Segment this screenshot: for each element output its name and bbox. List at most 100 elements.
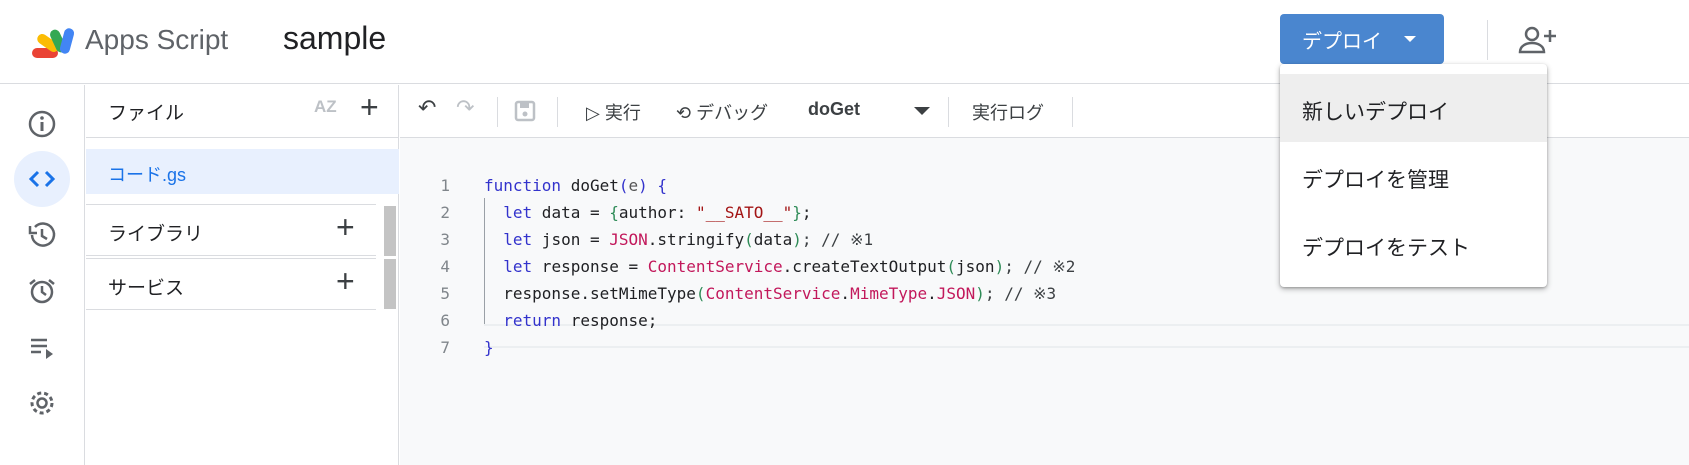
current-line-highlight [484,324,1689,348]
menu-item-new-deployment[interactable]: 新しいデプロイ [1280,74,1547,142]
code-line[interactable]: let data = {author: "__SATO__"}; [484,203,812,222]
divider [497,97,498,127]
scrollbar[interactable] [384,259,396,309]
code-token: ; [801,203,812,222]
code-line[interactable]: function doGet(e) { [484,176,667,195]
code-token: ; // ※1 [801,230,874,249]
settings-gear-icon[interactable] [14,375,70,431]
executions-icon[interactable] [14,319,70,375]
code-token: data [753,230,793,249]
code-token: . [840,284,851,303]
line-number: 1 [440,176,450,195]
code-token: ) [638,176,648,195]
divider [1487,20,1488,60]
project-name[interactable]: sample [283,20,386,57]
code-token: { [609,203,619,222]
code-token: ( [695,284,706,303]
code-token: . [927,284,937,303]
code-token: JSON [936,284,976,303]
code-token: json = [532,230,610,249]
run-label: 実行 [604,103,641,123]
file-item-code-gs[interactable]: コード.gs [86,149,399,194]
code-line[interactable]: let json = JSON.stringify(data); // ※1 [484,230,873,249]
add-service-plus-icon[interactable]: + [336,263,355,300]
line-number: 5 [440,284,450,303]
code-token: ) [792,230,802,249]
code-token: ) [975,284,985,303]
add-library-plus-icon[interactable]: + [336,209,355,246]
code-token: .stringify [647,230,745,249]
deploy-button[interactable]: デプロイ [1280,14,1444,64]
add-person-icon[interactable] [1518,24,1558,56]
libraries-label: ライブラリ [108,224,204,245]
debug-icon: ⟲ [676,103,692,123]
code-token: ( [946,257,957,276]
caret-down-icon [1404,36,1416,42]
line-number: 7 [440,338,450,357]
line-number: 3 [440,230,450,249]
files-header: ファイル AZ + [86,85,398,138]
debug-button[interactable]: ⟲ デバッグ [676,99,768,125]
code-token: ( [744,230,754,249]
line-number: 4 [440,257,450,276]
code-token: response = [532,257,648,276]
function-select[interactable]: doGet [808,99,860,120]
services-label: サービス [108,278,185,299]
code-line[interactable]: response.setMimeType(ContentService.Mime… [484,284,1056,303]
code-token: ContentService [647,257,783,276]
add-file-plus-icon[interactable]: + [360,89,379,126]
code-token: response.setMimeType [484,284,696,303]
code-token: data = [532,203,610,222]
play-icon: ▷ [586,103,600,123]
history-icon[interactable] [14,207,70,263]
code-token: json [956,257,995,276]
debug-label: デバッグ [696,103,769,123]
code-token: doGet [561,176,619,195]
code-token: ; // ※2 [1004,257,1076,276]
code-token: ( [618,176,629,195]
overview-icon[interactable] [14,96,70,152]
code-token: ) [994,257,1005,276]
divider [557,97,558,127]
code-token: } [792,203,802,222]
code-token: author: [618,203,696,222]
files-panel: ファイル AZ + コード.gs ライブラリ + サービス + [86,85,399,465]
code-token: } [484,338,494,357]
undo-icon[interactable]: ↶ [418,95,436,121]
libraries-section: ライブラリ + [86,204,376,256]
code-token: ; // ※3 [984,284,1057,303]
code-token: .createTextOutput [782,257,947,276]
code-line[interactable]: let response = ContentService.createText… [484,257,1075,276]
divider [1072,97,1073,127]
app-name[interactable]: Apps Script [85,24,228,56]
code-line[interactable]: } [484,338,494,357]
files-title: ファイル [108,102,185,124]
deploy-dropdown-menu: 新しいデプロイ デプロイを管理 デプロイをテスト [1280,64,1547,287]
deploy-label: デプロイ [1302,30,1382,53]
redo-icon[interactable]: ↷ [456,95,474,121]
code-token: { [657,176,668,195]
services-section: サービス + [86,258,376,310]
code-token: function [484,176,562,195]
left-nav-rail [0,85,85,465]
code-line[interactable]: return response; [484,311,657,330]
function-dropdown-caret-icon[interactable] [914,107,930,115]
code-token: MimeType [850,284,928,303]
menu-item-manage-deployments[interactable]: デプロイを管理 [1280,142,1547,210]
sort-az-icon[interactable]: AZ [314,97,337,117]
code-token: let [484,203,533,222]
menu-item-test-deployments[interactable]: デプロイをテスト [1280,210,1547,278]
run-button[interactable]: ▷ 実行 [586,99,641,125]
divider [948,97,949,127]
triggers-alarm-icon[interactable] [14,263,70,319]
code-token: return [484,311,562,330]
execution-log-button[interactable]: 実行ログ [972,99,1044,125]
save-icon[interactable] [514,100,536,122]
code-token: ContentService [705,284,841,303]
scrollbar[interactable] [384,206,396,256]
editor-icon[interactable] [14,151,70,207]
code-token: "__SATO__" [695,203,793,222]
code-token: let [484,230,533,249]
line-number: 6 [440,311,450,330]
